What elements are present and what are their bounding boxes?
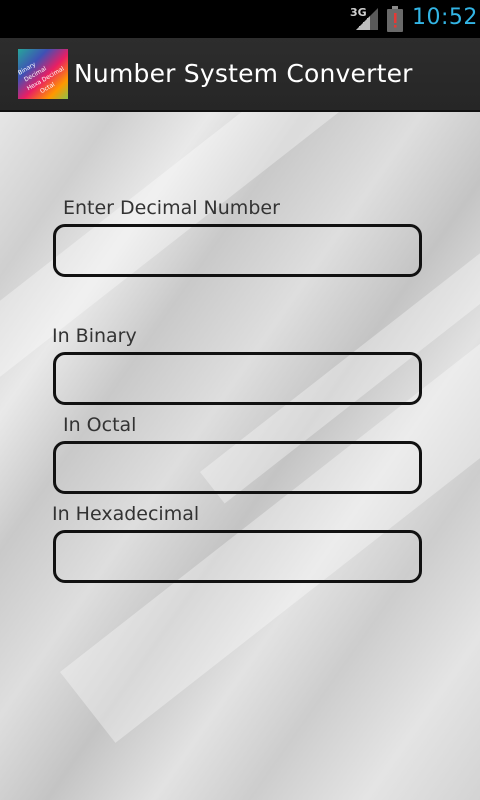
binary-field[interactable] xyxy=(53,352,422,405)
decimal-field[interactable] xyxy=(53,224,422,277)
action-bar: Binary Decimal Hexa Decimal Octal Number… xyxy=(0,38,480,112)
converter-form: Enter Decimal Number In Binary In Octal … xyxy=(0,112,480,800)
octal-label: In Octal xyxy=(63,414,137,436)
octal-input[interactable] xyxy=(56,444,419,491)
octal-field[interactable] xyxy=(53,441,422,494)
signal-icon xyxy=(356,8,378,30)
binary-label: In Binary xyxy=(52,325,137,347)
hexadecimal-field[interactable] xyxy=(53,530,422,583)
decimal-label: Enter Decimal Number xyxy=(63,197,280,219)
binary-input[interactable] xyxy=(56,355,419,402)
hexadecimal-label: In Hexadecimal xyxy=(52,503,200,525)
app-title: Number System Converter xyxy=(74,59,413,88)
clock: 10:52 xyxy=(412,5,478,30)
decimal-input[interactable] xyxy=(56,227,419,274)
app-logo-icon[interactable]: Binary Decimal Hexa Decimal Octal xyxy=(18,49,68,99)
status-bar: 3G 10:52 xyxy=(0,0,480,38)
screen: 3G 10:52 Binary Decimal Hexa Decimal Oct… xyxy=(0,0,480,800)
battery-alert-icon xyxy=(387,6,403,32)
hexadecimal-input[interactable] xyxy=(56,533,419,580)
